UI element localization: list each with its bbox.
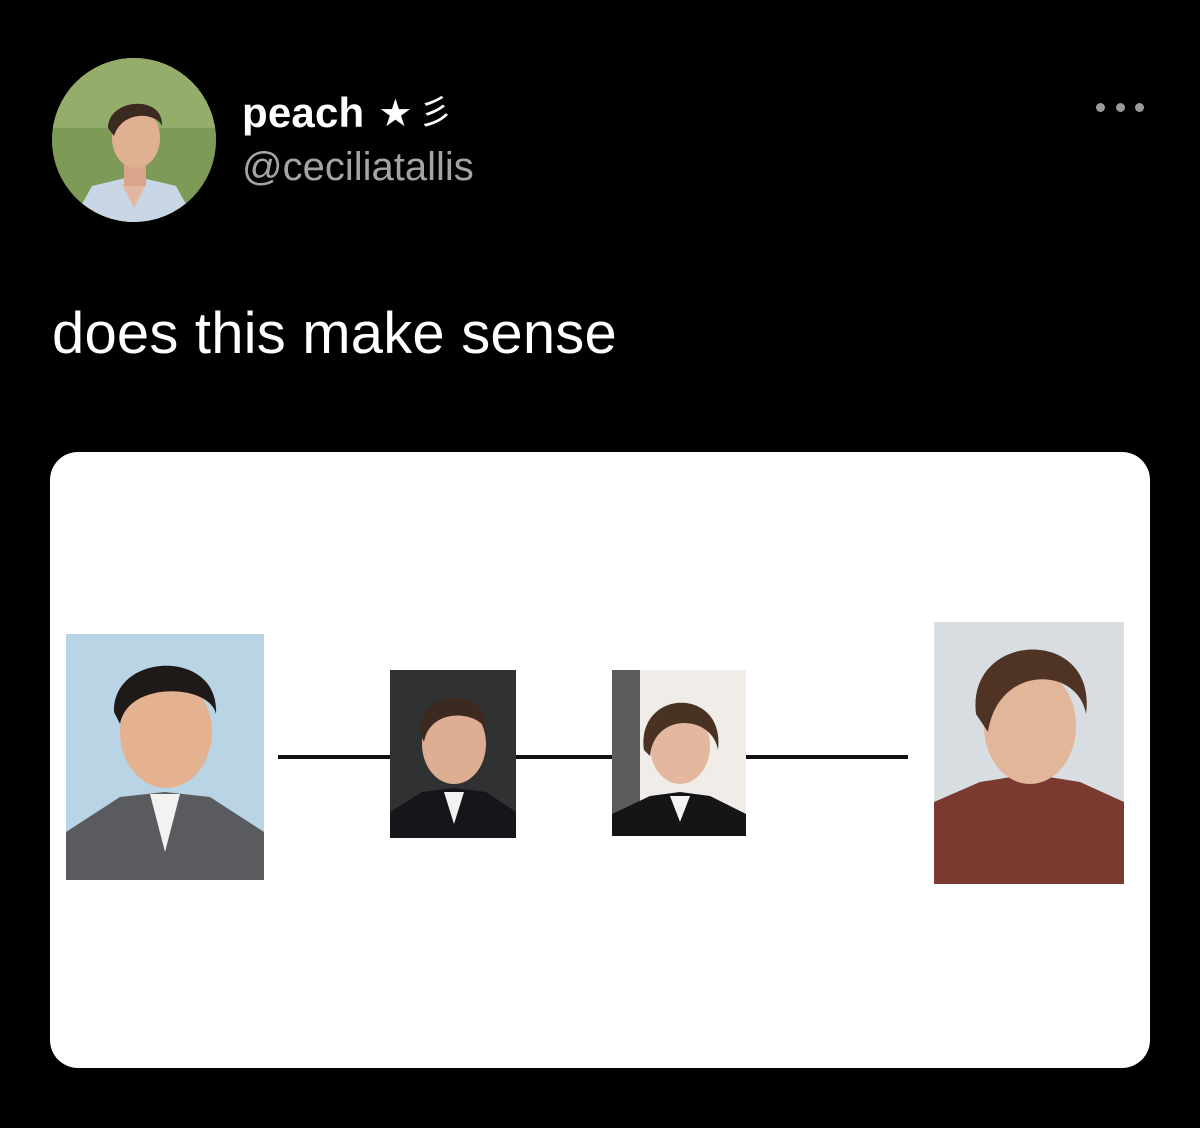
wave-emoji-icon: 彡 xyxy=(418,93,453,133)
more-options-icon xyxy=(1115,102,1125,112)
more-options-button[interactable] xyxy=(1096,96,1144,118)
tweet-text: does this make sense xyxy=(52,301,617,366)
portrait-photo-3 xyxy=(612,670,746,836)
portrait-photo-1 xyxy=(66,634,264,880)
display-name[interactable]: peach xyxy=(242,89,364,137)
avatar[interactable] xyxy=(52,58,216,222)
user-handle[interactable]: @ceciliatallis xyxy=(242,145,474,190)
diagram-image xyxy=(66,622,1124,884)
tweet-media-card[interactable] xyxy=(50,452,1150,1068)
more-options-icon xyxy=(1096,102,1105,112)
more-options-icon xyxy=(1135,102,1144,112)
star-emoji-icon: ★ xyxy=(378,91,413,135)
portrait-photo-2 xyxy=(390,670,516,838)
portrait-photo-4 xyxy=(934,622,1124,884)
display-name-row[interactable]: peach ★ 彡 xyxy=(242,88,452,138)
tweet-header: peach ★ 彡 @ceciliatallis xyxy=(0,0,1200,260)
